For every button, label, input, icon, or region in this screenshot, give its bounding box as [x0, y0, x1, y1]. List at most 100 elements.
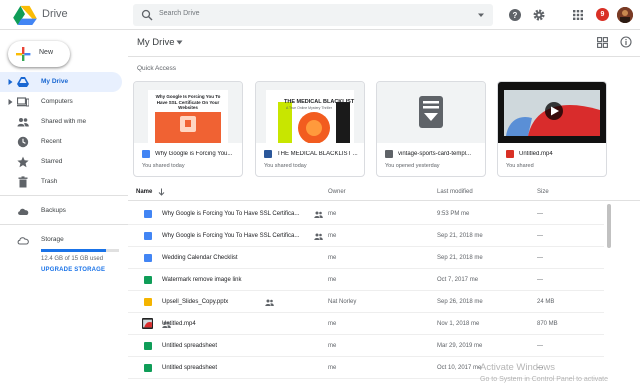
- grid-view-icon[interactable]: [597, 37, 608, 48]
- svg-text:?: ?: [513, 11, 518, 20]
- file-name[interactable]: Upsell_Slides_Copy.pptx: [162, 299, 228, 305]
- sidebar: New My Drive Computers Shared with me Re…: [0, 31, 128, 386]
- video-thumbnail-icon: [498, 82, 606, 143]
- quick-access-card[interactable]: vintage-sports-card-templ... You opened …: [376, 81, 486, 177]
- quick-access-card[interactable]: THE MEDICAL BLACKLIST A True Online Myst…: [255, 81, 365, 177]
- chevron-down-icon[interactable]: [176, 40, 183, 45]
- archive-thumbnail-icon: [377, 82, 485, 143]
- file-row[interactable]: Watermark remove image link me Oct 7, 2017…: [128, 269, 604, 291]
- file-row[interactable]: Untitled spreadsheet me Mar 29, 2019 me —: [128, 335, 604, 357]
- file-last-modified: Nov 1, 2018 me: [437, 321, 479, 327]
- sort-arrow-down-icon[interactable]: [158, 188, 165, 196]
- help-icon[interactable]: ?: [508, 8, 522, 22]
- file-row[interactable]: Why Google is Forcing You To Have SSL Ce…: [128, 225, 604, 247]
- drive-logo-icon[interactable]: [12, 5, 38, 25]
- shared-people-icon: [162, 321, 171, 328]
- quick-access-card[interactable]: Untitled.mp4 You shared: [497, 81, 607, 177]
- file-name[interactable]: Untitled spreadsheet: [162, 365, 217, 371]
- quick-access-card[interactable]: Why Google Is Forcing You To Have SSL Ce…: [133, 81, 243, 177]
- storage-progress-bar: [41, 249, 119, 252]
- file-modified-by: me: [469, 277, 479, 283]
- sidebar-item-label: Trash: [41, 178, 58, 185]
- new-button-label: New: [39, 49, 54, 56]
- file-last-modified: Sep 21, 2018 me: [437, 233, 483, 239]
- expand-arrow-icon[interactable]: [8, 98, 13, 106]
- ssl-article-thumbnail-icon: [134, 82, 242, 143]
- card-subtitle: You opened yesterday: [385, 163, 440, 169]
- column-header-owner[interactable]: Owner: [328, 189, 346, 195]
- scrollbar-thumb[interactable]: [607, 204, 611, 248]
- file-last-modified: Sep 26, 2018 me: [437, 299, 483, 305]
- sidebar-item-recent[interactable]: Recent: [0, 132, 122, 152]
- people-icon: [17, 118, 29, 127]
- info-icon[interactable]: [620, 36, 632, 48]
- file-size: —: [537, 343, 543, 349]
- file-modified-date: Sep 26, 2018: [437, 299, 473, 305]
- card-subtitle: You shared today: [264, 163, 307, 169]
- upgrade-storage-link[interactable]: UPGRADE STORAGE: [41, 267, 105, 273]
- sidebar-item-label: Computers: [41, 98, 73, 105]
- file-modified-date: Sep 21, 2018: [437, 255, 473, 261]
- sheet-file-icon: [144, 276, 152, 284]
- file-name[interactable]: Untitled spreadsheet: [162, 343, 217, 349]
- file-owner: me: [328, 255, 337, 261]
- sidebar-divider: [0, 224, 128, 225]
- file-name[interactable]: Watermark remove image link: [162, 277, 241, 283]
- card-thumbnail: Why Google Is Forcing You To Have SSL Ce…: [134, 82, 242, 143]
- sidebar-item-shared-with-me[interactable]: Shared with me: [0, 112, 122, 132]
- column-header-name[interactable]: Name: [136, 189, 152, 195]
- file-owner: me: [328, 365, 337, 371]
- sidebar-item-storage[interactable]: Storage: [0, 230, 122, 250]
- file-owner: Nat Norley: [328, 299, 357, 305]
- search-input[interactable]: Search Drive: [159, 10, 199, 17]
- card-thumb-title: THE MEDICAL BLACKLIST: [284, 99, 355, 105]
- doc-file-icon: [144, 254, 152, 262]
- sheet-file-icon: [144, 364, 152, 372]
- file-last-modified: Mar 29, 2019 me: [437, 343, 482, 349]
- page-title[interactable]: My Drive: [137, 37, 174, 48]
- file-last-modified: Oct 7, 2017 me: [437, 277, 478, 283]
- archive-file-icon: [385, 150, 393, 158]
- card-thumbnail: THE MEDICAL BLACKLIST A True Online Myst…: [256, 82, 364, 143]
- search-options-icon[interactable]: [477, 11, 485, 19]
- file-modified-date: 9:53 PM: [437, 211, 460, 217]
- file-row[interactable]: Upsell_Slides_Copy.pptx Nat Norley Sep 26,…: [128, 291, 604, 313]
- card-subtitle: You shared: [506, 163, 534, 169]
- notifications-badge[interactable]: 9: [596, 8, 609, 21]
- file-modified-by: me: [474, 233, 483, 239]
- search-bar[interactable]: Search Drive: [133, 4, 493, 26]
- file-name[interactable]: Wedding Calendar Checklist: [162, 255, 238, 261]
- search-icon[interactable]: [141, 9, 153, 21]
- sidebar-item-label: My Drive: [41, 78, 69, 85]
- file-modified-date: Oct 10, 2017: [437, 365, 472, 371]
- file-name[interactable]: Why Google is Forcing You To Have SSL Ce…: [162, 233, 299, 239]
- file-row[interactable]: Why Google is Forcing You To Have SSL Ce…: [128, 203, 604, 225]
- sidebar-item-trash[interactable]: Trash: [0, 172, 122, 192]
- shared-people-icon: [265, 299, 274, 306]
- file-row[interactable]: Wedding Calendar Checklist me Sep 21, 2018…: [128, 247, 604, 269]
- file-row[interactable]: Untitled.mp4 me Nov 1, 2018 me 870 MB: [128, 313, 604, 335]
- sidebar-item-my-drive[interactable]: My Drive: [0, 72, 122, 92]
- card-title: Why Google is Forcing You...: [155, 151, 233, 157]
- apps-grid-icon[interactable]: [571, 8, 585, 22]
- file-modified-date: Nov 1, 2018: [437, 321, 470, 327]
- column-header-size[interactable]: Size: [537, 189, 549, 195]
- activation-watermark-title: Activate Windows: [480, 362, 555, 373]
- cloud-icon: [18, 208, 29, 215]
- sidebar-item-starred[interactable]: Starred: [0, 152, 122, 172]
- column-header-last-modified[interactable]: Last modified: [437, 189, 473, 195]
- card-thumbnail: [377, 82, 485, 143]
- new-button[interactable]: New: [8, 41, 70, 67]
- account-avatar[interactable]: [617, 7, 633, 23]
- sidebar-item-computers[interactable]: Computers: [0, 92, 122, 112]
- sidebar-item-label: Storage: [41, 236, 64, 243]
- sidebar-item-label: Starred: [41, 158, 63, 165]
- app-name[interactable]: Drive: [42, 8, 68, 20]
- expand-arrow-icon[interactable]: [8, 78, 13, 86]
- file-name[interactable]: Why Google is Forcing You To Have SSL Ce…: [162, 211, 299, 217]
- sheet-file-icon: [144, 342, 152, 350]
- avatar-image-icon: [617, 7, 633, 23]
- settings-gear-icon[interactable]: [532, 8, 546, 22]
- file-size: 870 MB: [537, 321, 558, 327]
- sidebar-item-backups[interactable]: Backups: [0, 201, 122, 221]
